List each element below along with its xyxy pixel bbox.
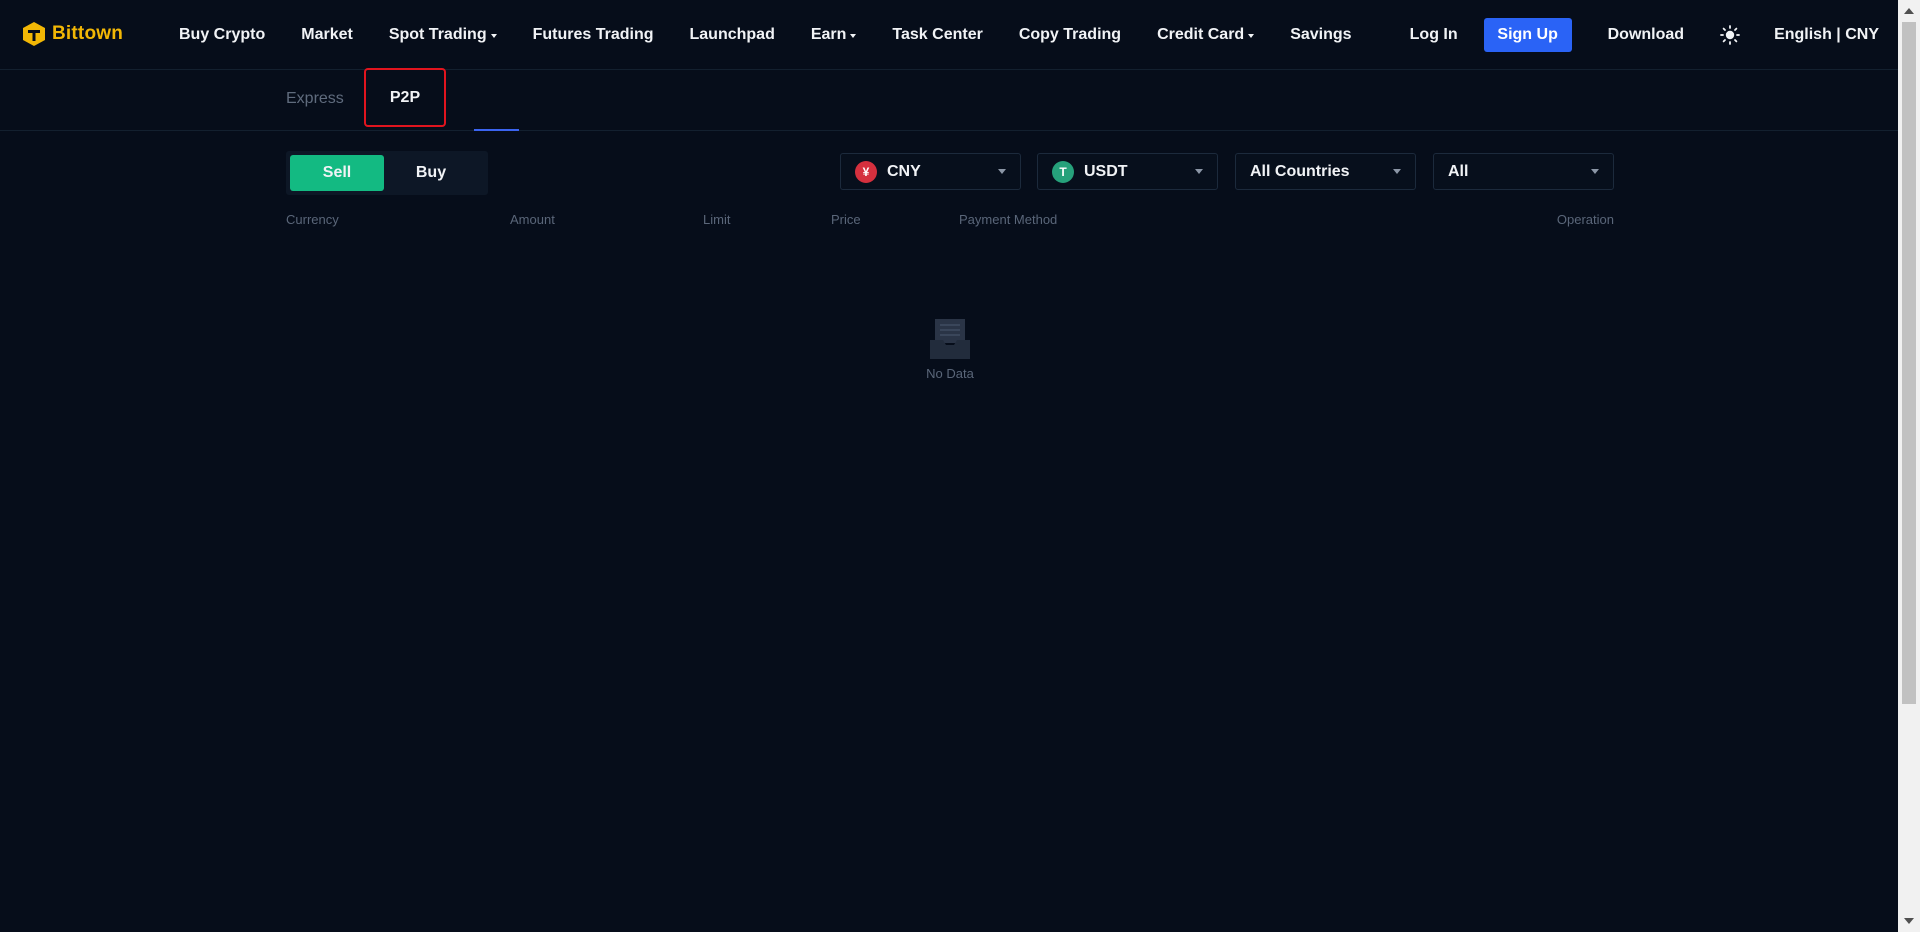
nav-item-label: Copy Trading	[1018, 26, 1122, 43]
column-header-amount: Amount	[510, 212, 555, 227]
country-select[interactable]: All Countries	[1235, 153, 1416, 190]
usdt-icon: T	[1052, 160, 1074, 183]
nav-item-copy-trading[interactable]: Copy Trading	[1019, 26, 1121, 44]
nav-item-futures-trading[interactable]: Futures Trading	[533, 26, 654, 44]
scrollbar-thumb[interactable]	[1902, 22, 1916, 704]
sun-icon[interactable]	[1720, 25, 1740, 45]
chevron-down-icon	[1195, 169, 1203, 174]
nav-item-label: Savings	[1290, 26, 1352, 43]
column-header-price: Price	[831, 212, 861, 227]
crypto-asset-value: USDT	[1084, 162, 1128, 180]
fiat-currency-select[interactable]: ¥ CNY	[840, 153, 1021, 190]
brand-name: Bittown	[52, 23, 124, 44]
caret-down-icon	[850, 34, 857, 38]
nav-item-launchpad[interactable]: Launchpad	[690, 26, 775, 44]
payment-method-value: All	[1448, 162, 1469, 180]
top-navigation: Bittown Buy Crypto Market Spot Trading Futu…	[0, 0, 1898, 70]
main-menu: Buy Crypto Market Spot Trading Futures Trad…	[179, 0, 1388, 70]
chevron-down-icon	[1393, 169, 1401, 174]
nav-item-label: Launchpad	[689, 26, 775, 43]
nav-item-credit-card[interactable]: Credit Card	[1157, 26, 1255, 44]
sell-button[interactable]: Sell	[290, 155, 384, 191]
payment-method-select[interactable]: All	[1433, 153, 1614, 190]
nav-item-spot-trading[interactable]: Spot Trading	[389, 26, 497, 44]
caret-down-icon	[490, 34, 497, 38]
nav-item-savings[interactable]: Savings	[1290, 26, 1351, 44]
scroll-up-arrow-icon[interactable]	[1904, 8, 1914, 14]
country-value: All Countries	[1250, 162, 1350, 180]
sell-buy-toggle: Sell Buy	[286, 151, 488, 195]
tab-p2p[interactable]: P2P	[364, 68, 446, 127]
nav-item-earn[interactable]: Earn	[811, 26, 857, 44]
nav-item-label: Spot Trading	[388, 26, 487, 43]
column-header-currency: Currency	[286, 212, 339, 227]
login-link[interactable]: Log In	[1410, 26, 1458, 44]
signup-button[interactable]: Sign Up	[1483, 18, 1572, 52]
empty-box-icon	[930, 319, 970, 359]
caret-down-icon	[1248, 34, 1255, 38]
brand-logo[interactable]: Bittown	[22, 21, 123, 47]
page-scrollbar[interactable]	[1898, 0, 1920, 932]
nav-item-label: Futures Trading	[532, 26, 654, 43]
crypto-asset-select[interactable]: T USDT	[1037, 153, 1218, 190]
download-link[interactable]: Download	[1608, 26, 1684, 44]
tab-express[interactable]: Express	[286, 90, 344, 108]
column-header-payment-method: Payment Method	[959, 212, 1058, 227]
column-header-operation: Operation	[1556, 212, 1614, 227]
chevron-down-icon	[998, 169, 1006, 174]
nav-right-actions: Log In Sign Up Download English | CNY	[1410, 0, 1879, 70]
active-tab-indicator	[474, 129, 519, 131]
language-currency-selector[interactable]: English | CNY	[1774, 26, 1879, 44]
column-header-limit: Limit	[703, 212, 731, 227]
chevron-down-icon	[1591, 169, 1599, 174]
nav-item-label: Task Center	[892, 26, 983, 43]
cny-icon: ¥	[855, 160, 877, 183]
logo-icon	[23, 22, 45, 46]
nav-item-label: Earn	[810, 26, 847, 43]
offers-table-header: Currency Amount Limit Price Payment Meth…	[286, 212, 1614, 230]
no-data-text: No Data	[926, 366, 974, 381]
fiat-currency-value: CNY	[887, 162, 921, 180]
tab-p2p-label: P2P	[389, 88, 421, 106]
empty-state: No Data	[920, 318, 980, 381]
scroll-down-arrow-icon[interactable]	[1904, 918, 1914, 924]
nav-item-buy-crypto[interactable]: Buy Crypto	[179, 26, 265, 44]
buy-button[interactable]: Buy	[384, 155, 478, 191]
nav-item-task-center[interactable]: Task Center	[892, 26, 982, 44]
nav-item-label: Buy Crypto	[179, 26, 266, 43]
trade-mode-tabs: Express	[0, 70, 1898, 131]
nav-item-market[interactable]: Market	[301, 26, 353, 44]
nav-item-label: Credit Card	[1157, 26, 1245, 43]
nav-item-label: Market	[301, 26, 353, 43]
